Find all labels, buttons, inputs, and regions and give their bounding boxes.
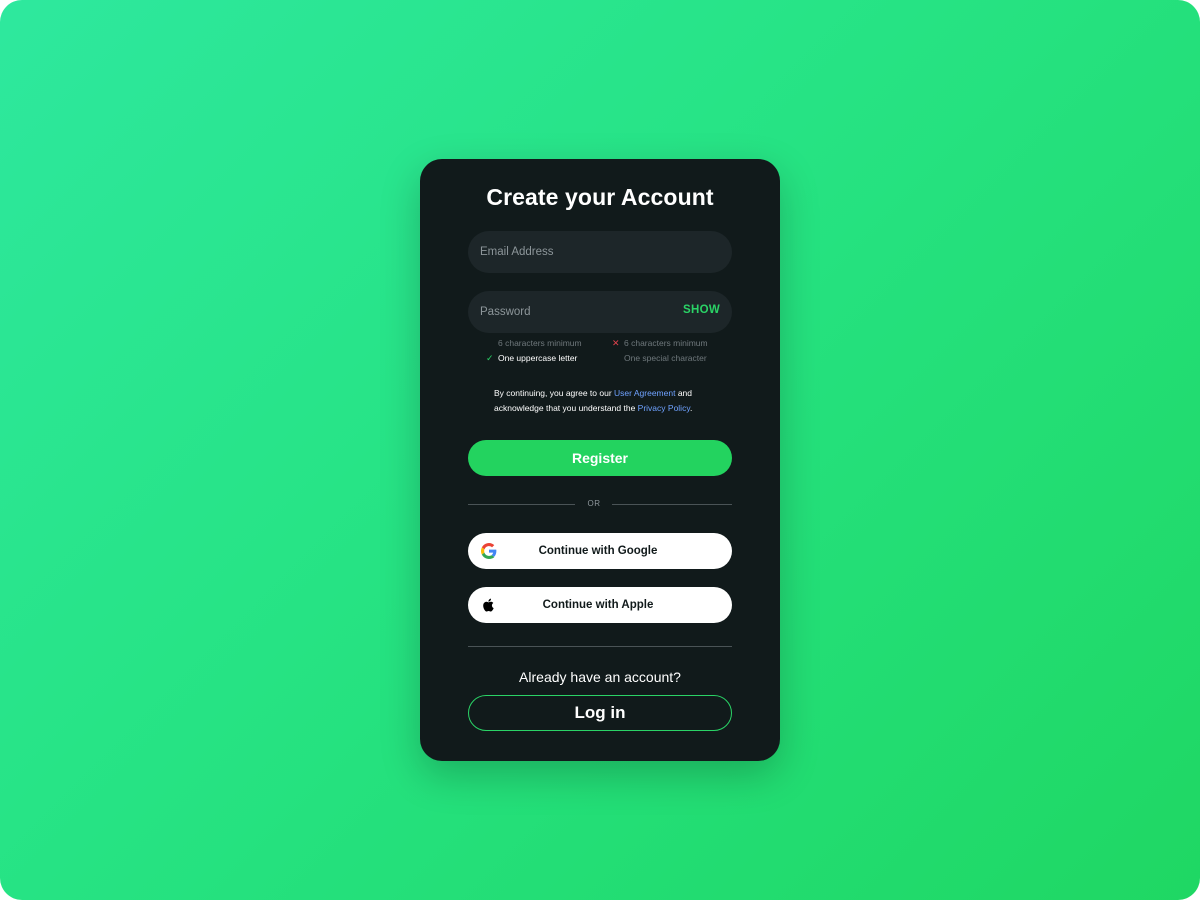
- divider: [468, 646, 732, 647]
- password-rule: ✕ 6 characters minimum: [612, 338, 708, 348]
- email-field[interactable]: [468, 231, 732, 273]
- google-button-label: Continue with Google: [538, 545, 658, 557]
- password-rule: One special character: [624, 353, 707, 363]
- password-rule: ✓ One uppercase letter: [486, 353, 578, 363]
- cross-icon: ✕: [612, 338, 620, 348]
- password-field[interactable]: SHOW: [468, 291, 732, 333]
- login-prompt: Already have an account?: [519, 669, 681, 685]
- signup-card: Create your Account SHOW 6 characters mi…: [420, 159, 780, 761]
- google-signin-button[interactable]: Continue with Google: [468, 533, 732, 569]
- user-agreement-link[interactable]: User Agreement: [614, 388, 675, 398]
- apple-signin-button[interactable]: Continue with Apple: [468, 587, 732, 623]
- page-background: Create your Account SHOW 6 characters mi…: [0, 0, 1200, 900]
- page-title: Create your Account: [486, 184, 714, 210]
- privacy-policy-link[interactable]: Privacy Policy: [638, 403, 690, 413]
- show-password-button[interactable]: SHOW: [683, 304, 720, 316]
- login-button[interactable]: Log in: [468, 695, 732, 731]
- register-button[interactable]: Register: [468, 440, 732, 476]
- divider: [612, 504, 732, 505]
- apple-button-label: Continue with Apple: [542, 599, 654, 611]
- check-icon: ✓: [486, 353, 494, 363]
- terms-text: By continuing, you agree to our User Agr…: [494, 388, 693, 413]
- password-rule: 6 characters minimum: [498, 338, 582, 348]
- email-input[interactable]: [468, 231, 732, 273]
